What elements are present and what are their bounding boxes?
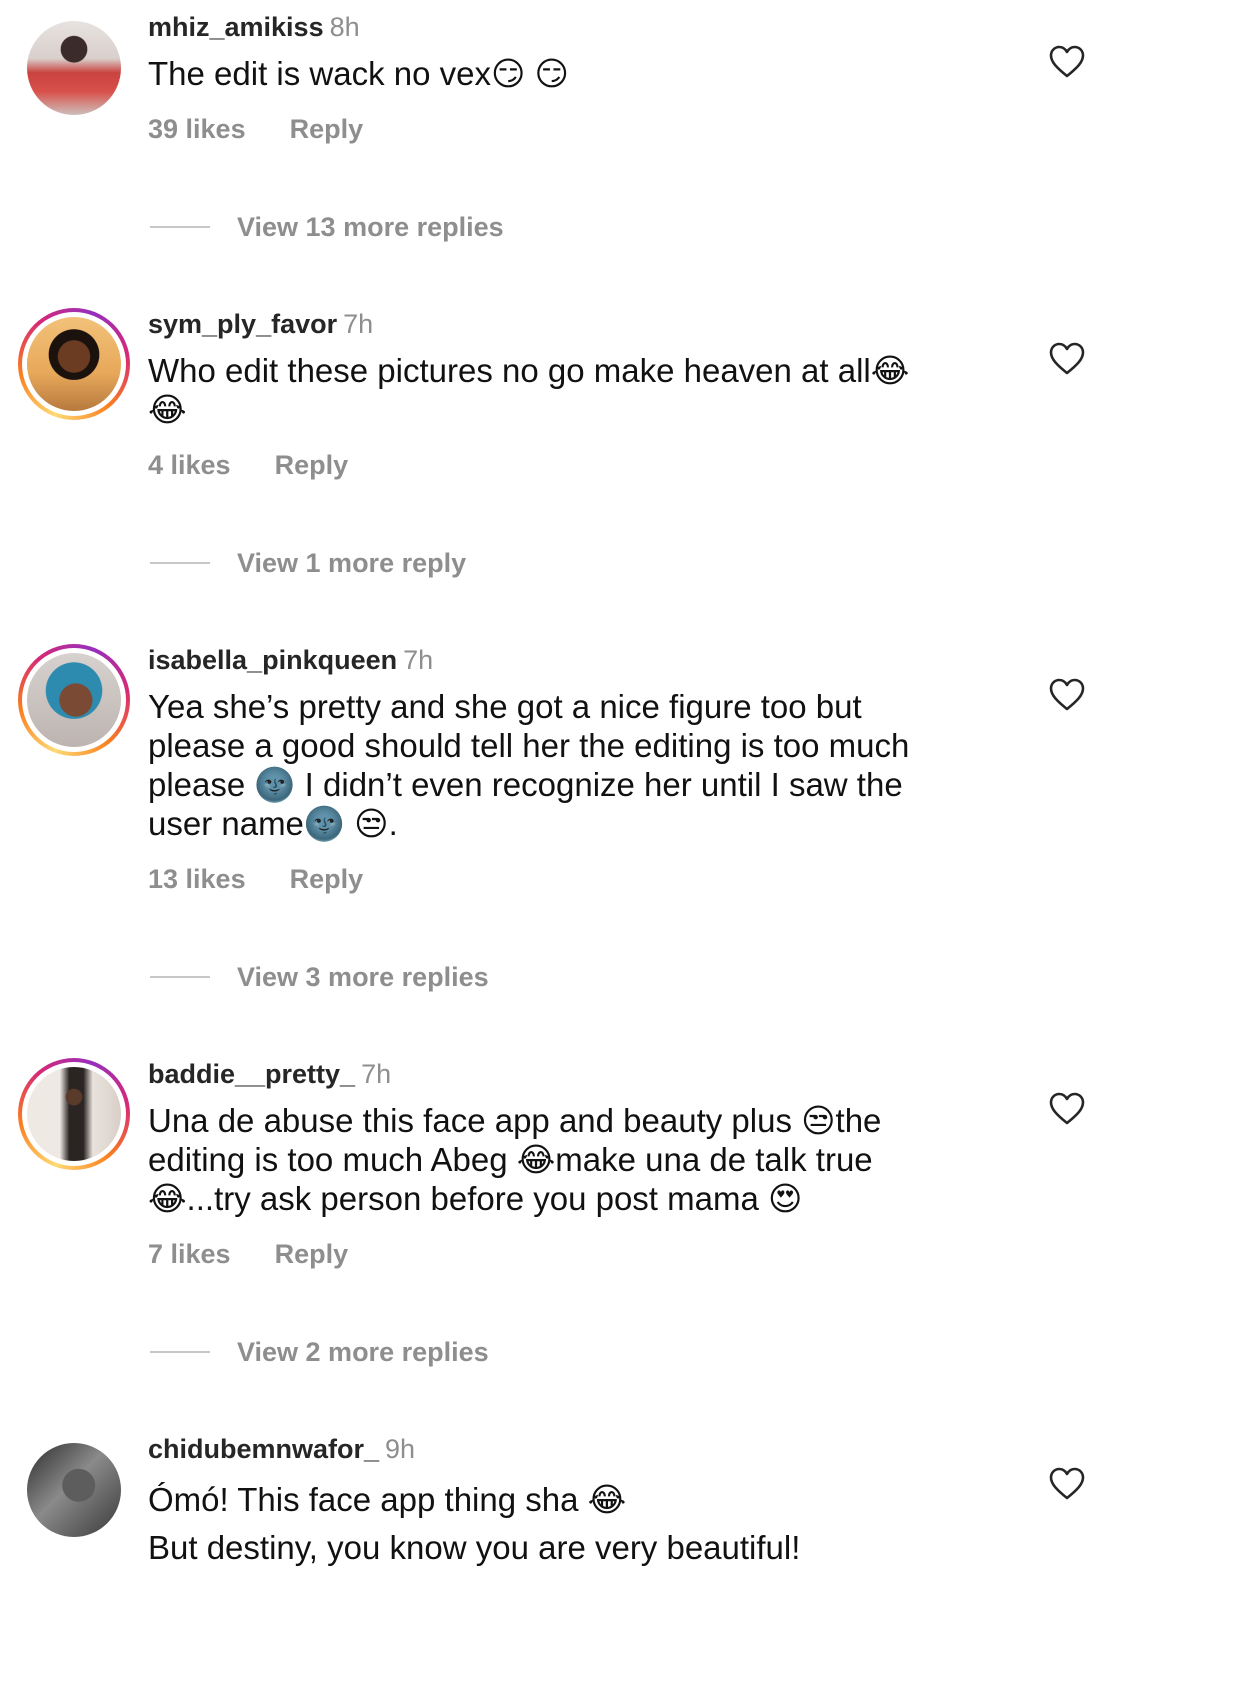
comment-time: 9h bbox=[385, 1434, 416, 1464]
username-text[interactable]: baddie__pretty_ bbox=[148, 1059, 355, 1089]
username-text[interactable]: isabella_pinkqueen bbox=[148, 645, 397, 675]
avatar[interactable] bbox=[18, 308, 130, 420]
heart-outline-icon[interactable] bbox=[1049, 1467, 1085, 1501]
comment-username[interactable]: isabella_pinkqueen 7h bbox=[148, 645, 433, 676]
comment-username[interactable]: chidubemnwafor_ 9h bbox=[148, 1434, 415, 1465]
profile-photo bbox=[27, 653, 121, 747]
username-text[interactable]: mhiz_amikiss bbox=[148, 12, 324, 42]
comment-text-line: editing is too much Abeg 😂make una de ta… bbox=[148, 1141, 873, 1178]
avatar[interactable] bbox=[18, 12, 130, 124]
avatar[interactable] bbox=[18, 1434, 130, 1546]
comment-text: Ómó! This face app thing sha 😂 But desti… bbox=[148, 1476, 1008, 1572]
likes-count[interactable]: 13 likes bbox=[148, 864, 246, 894]
view-replies-label[interactable]: View 2 more replies bbox=[237, 1337, 489, 1368]
avatar[interactable] bbox=[18, 644, 130, 756]
comment-text-line: Ómó! This face app thing sha 😂 bbox=[148, 1481, 627, 1518]
comment-text-line: user name🌚 😒. bbox=[148, 805, 398, 842]
reply-button[interactable]: Reply bbox=[290, 114, 364, 144]
comment-text: Una de abuse this face app and beauty pl… bbox=[148, 1101, 1008, 1218]
reply-button[interactable]: Reply bbox=[275, 1239, 349, 1269]
comment-time: 8h bbox=[329, 12, 360, 42]
view-replies-label[interactable]: View 13 more replies bbox=[237, 212, 504, 243]
username-text[interactable]: sym_ply_favor bbox=[148, 309, 337, 339]
reply-button[interactable]: Reply bbox=[275, 450, 349, 480]
comment-text-line: 😂...try ask person before you post mama … bbox=[148, 1180, 803, 1217]
replies-divider bbox=[150, 226, 210, 228]
comment-username[interactable]: baddie__pretty_ 7h bbox=[148, 1059, 391, 1090]
likes-count[interactable]: 4 likes bbox=[148, 450, 231, 480]
comment-text: The edit is wack no vex😏 😏 bbox=[148, 54, 1008, 93]
comment-text-line: Yea she’s pretty and she got a nice figu… bbox=[148, 688, 862, 725]
comment-text-line: please 🌚 I didn’t even recognize her unt… bbox=[148, 766, 903, 803]
avatar[interactable] bbox=[18, 1058, 130, 1170]
comment-meta: 39 likes Reply bbox=[148, 114, 363, 145]
comment-text-line: please a good should tell her the editin… bbox=[148, 727, 910, 764]
story-ring bbox=[22, 648, 126, 752]
profile-photo bbox=[27, 317, 121, 411]
view-replies-label[interactable]: View 3 more replies bbox=[237, 962, 489, 993]
replies-divider bbox=[150, 562, 210, 564]
comment-text: Yea she’s pretty and she got a nice figu… bbox=[148, 687, 1008, 843]
comment-text-line: But destiny, you know you are very beaut… bbox=[148, 1529, 801, 1566]
comment-username[interactable]: sym_ply_favor 7h bbox=[148, 309, 373, 340]
replies-divider bbox=[150, 976, 210, 978]
comment-time: 7h bbox=[361, 1059, 392, 1089]
reply-button[interactable]: Reply bbox=[290, 864, 364, 894]
comment-username[interactable]: mhiz_amikiss 8h bbox=[148, 12, 360, 43]
heart-outline-icon[interactable] bbox=[1049, 45, 1085, 79]
view-replies-button[interactable]: View 1 more reply bbox=[150, 546, 466, 580]
likes-count[interactable]: 39 likes bbox=[148, 114, 246, 144]
comment-meta: 4 likes Reply bbox=[148, 450, 348, 481]
username-text[interactable]: chidubemnwafor_ bbox=[148, 1434, 379, 1464]
view-replies-button[interactable]: View 2 more replies bbox=[150, 1335, 489, 1369]
story-ring bbox=[22, 1062, 126, 1166]
likes-count[interactable]: 7 likes bbox=[148, 1239, 231, 1269]
story-ring bbox=[22, 312, 126, 416]
heart-outline-icon[interactable] bbox=[1049, 342, 1085, 376]
heart-outline-icon[interactable] bbox=[1049, 678, 1085, 712]
comment-text-line: 😂 bbox=[148, 391, 187, 428]
profile-photo bbox=[27, 21, 121, 115]
heart-outline-icon[interactable] bbox=[1049, 1092, 1085, 1126]
replies-divider bbox=[150, 1351, 210, 1353]
profile-photo bbox=[27, 1067, 121, 1161]
profile-photo bbox=[27, 1443, 121, 1537]
comment-time: 7h bbox=[403, 645, 434, 675]
comment-time: 7h bbox=[343, 309, 374, 339]
comment-text-line: Una de abuse this face app and beauty pl… bbox=[148, 1102, 882, 1139]
view-replies-button[interactable]: View 13 more replies bbox=[150, 210, 504, 244]
view-replies-button[interactable]: View 3 more replies bbox=[150, 960, 489, 994]
view-replies-label[interactable]: View 1 more reply bbox=[237, 548, 466, 579]
comment-text-line: The edit is wack no vex😏 😏 bbox=[148, 55, 569, 92]
comment-meta: 13 likes Reply bbox=[148, 864, 363, 895]
comment-meta: 7 likes Reply bbox=[148, 1239, 348, 1270]
comment-text-line: Who edit these pictures no go make heave… bbox=[148, 352, 910, 389]
comment-text: Who edit these pictures no go make heave… bbox=[148, 351, 1008, 429]
